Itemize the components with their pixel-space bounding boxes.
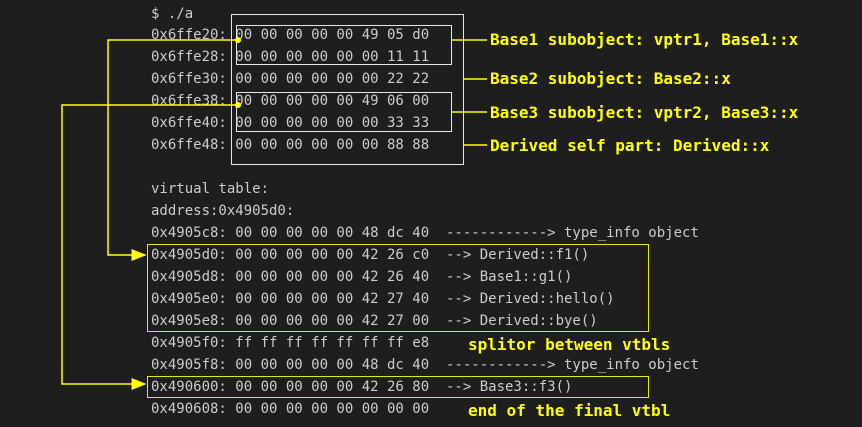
- terminal-output: $ ./a 0x6ffe20: 00 00 00 00 00 49 05 d0 …: [0, 0, 862, 427]
- vptr2-arrow: [61, 104, 238, 390]
- derived-annotation: Derived self part: Derived::x: [490, 136, 770, 155]
- base3-annotation: Base3 subobject: vptr2, Base3::x: [490, 103, 799, 122]
- base2-annotation: Base2 subobject: Base2::x: [490, 69, 731, 88]
- vptr1-dot: [235, 37, 241, 43]
- base1-annotation: Base1 subobject: vptr1, Base1::x: [490, 30, 799, 49]
- vptr1-arrow: [107, 39, 238, 261]
- end-annotation: end of the final vtbl: [468, 401, 671, 420]
- splitor-annotation: splitor between vtbls: [468, 335, 671, 354]
- vptr2-dot: [235, 102, 241, 108]
- arrow-overlay: [61, 37, 487, 390]
